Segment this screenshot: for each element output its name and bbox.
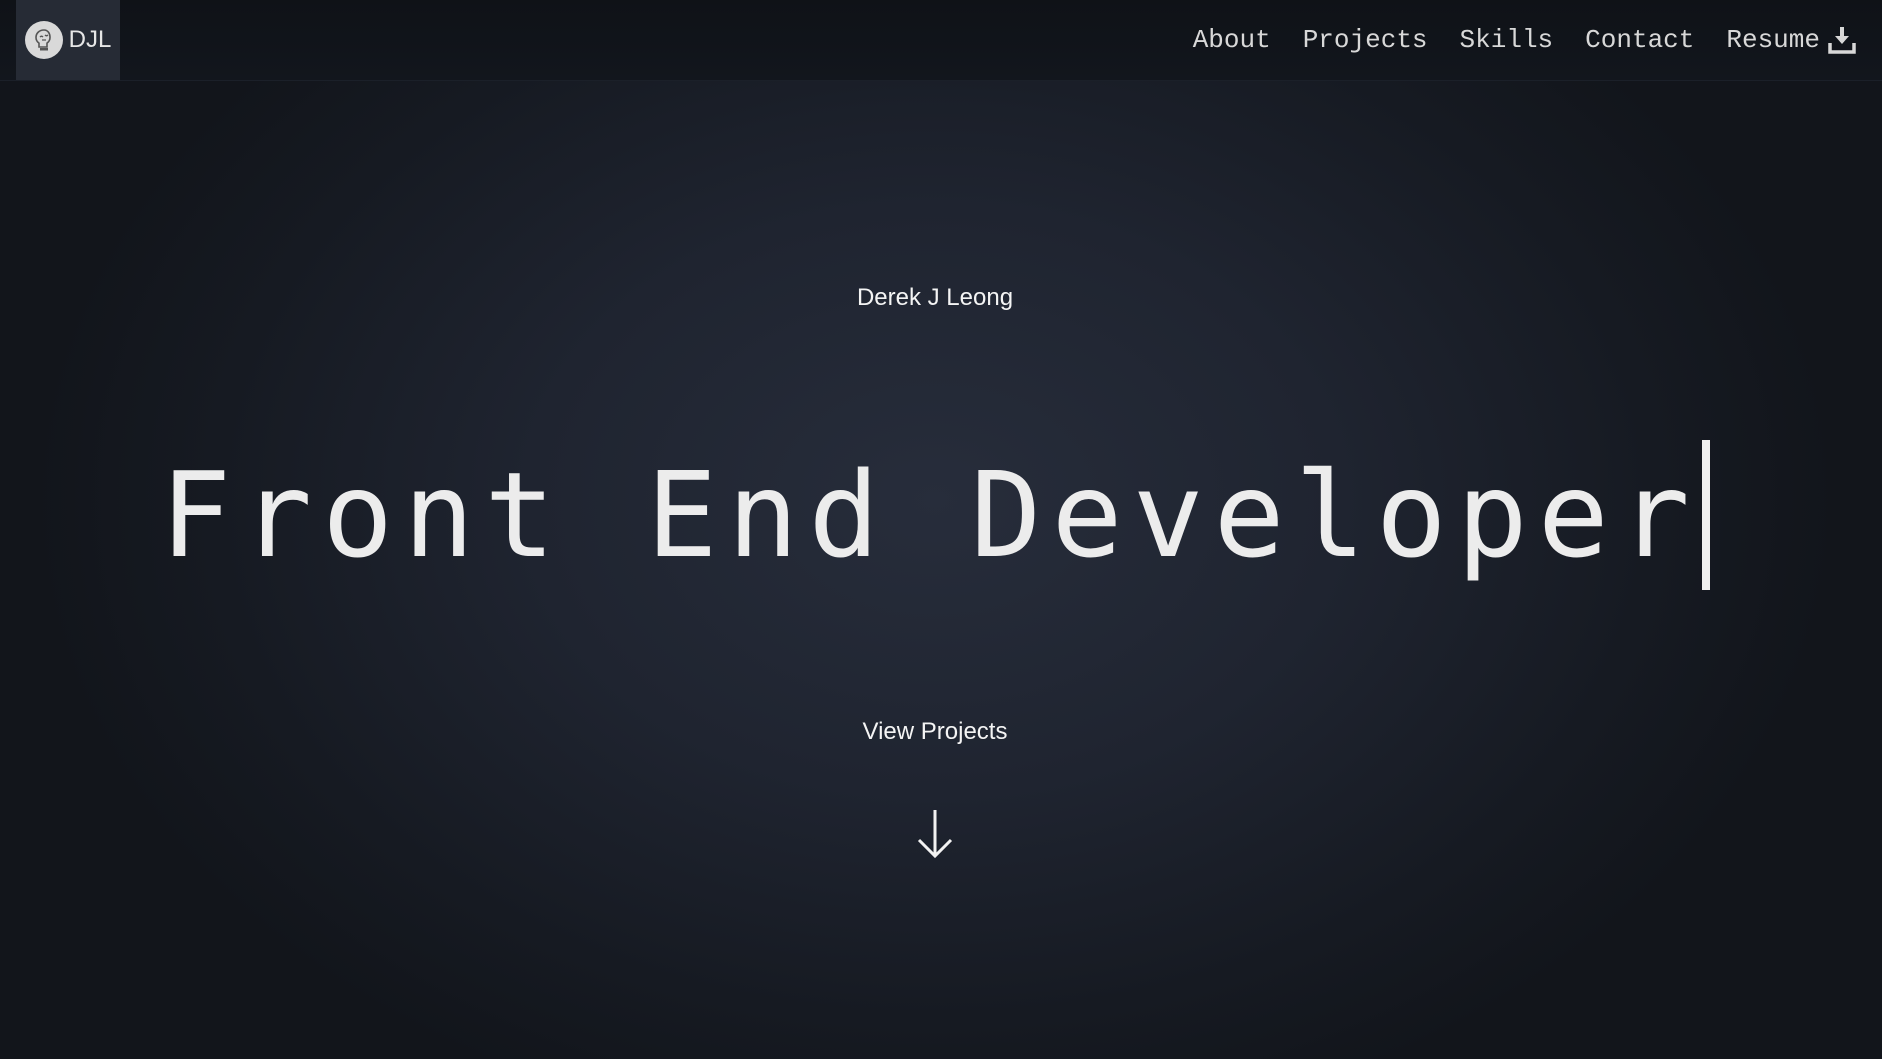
brain-lightbulb-icon [24, 21, 63, 59]
brand-text: DJL [68, 26, 112, 53]
nav-link-resume[interactable]: Resume [1726, 25, 1856, 55]
hero-name: Derek J Leong [856, 284, 1014, 311]
brand-home-link[interactable]: DJL [16, 0, 120, 80]
nav-links: About Projects Skills Contact Resume [1161, 0, 1856, 80]
hero-headline-wrap: Front End Developer [0, 440, 1870, 590]
typing-cursor [1701, 440, 1710, 590]
hero-headline: Front End Developer [160, 446, 1700, 584]
nav-link-skills[interactable]: Skills [1460, 25, 1554, 55]
view-projects-link[interactable]: View Projects [0, 718, 1870, 746]
nav-link-about[interactable]: About [1193, 25, 1271, 55]
download-icon [1828, 25, 1856, 55]
arrow-down-icon[interactable] [915, 806, 955, 862]
navbar: DJL About Projects Skills Contact Resume [0, 0, 1882, 81]
nav-link-projects[interactable]: Projects [1303, 25, 1428, 55]
nav-link-resume-label: Resume [1726, 25, 1820, 55]
nav-link-contact[interactable]: Contact [1585, 25, 1694, 55]
